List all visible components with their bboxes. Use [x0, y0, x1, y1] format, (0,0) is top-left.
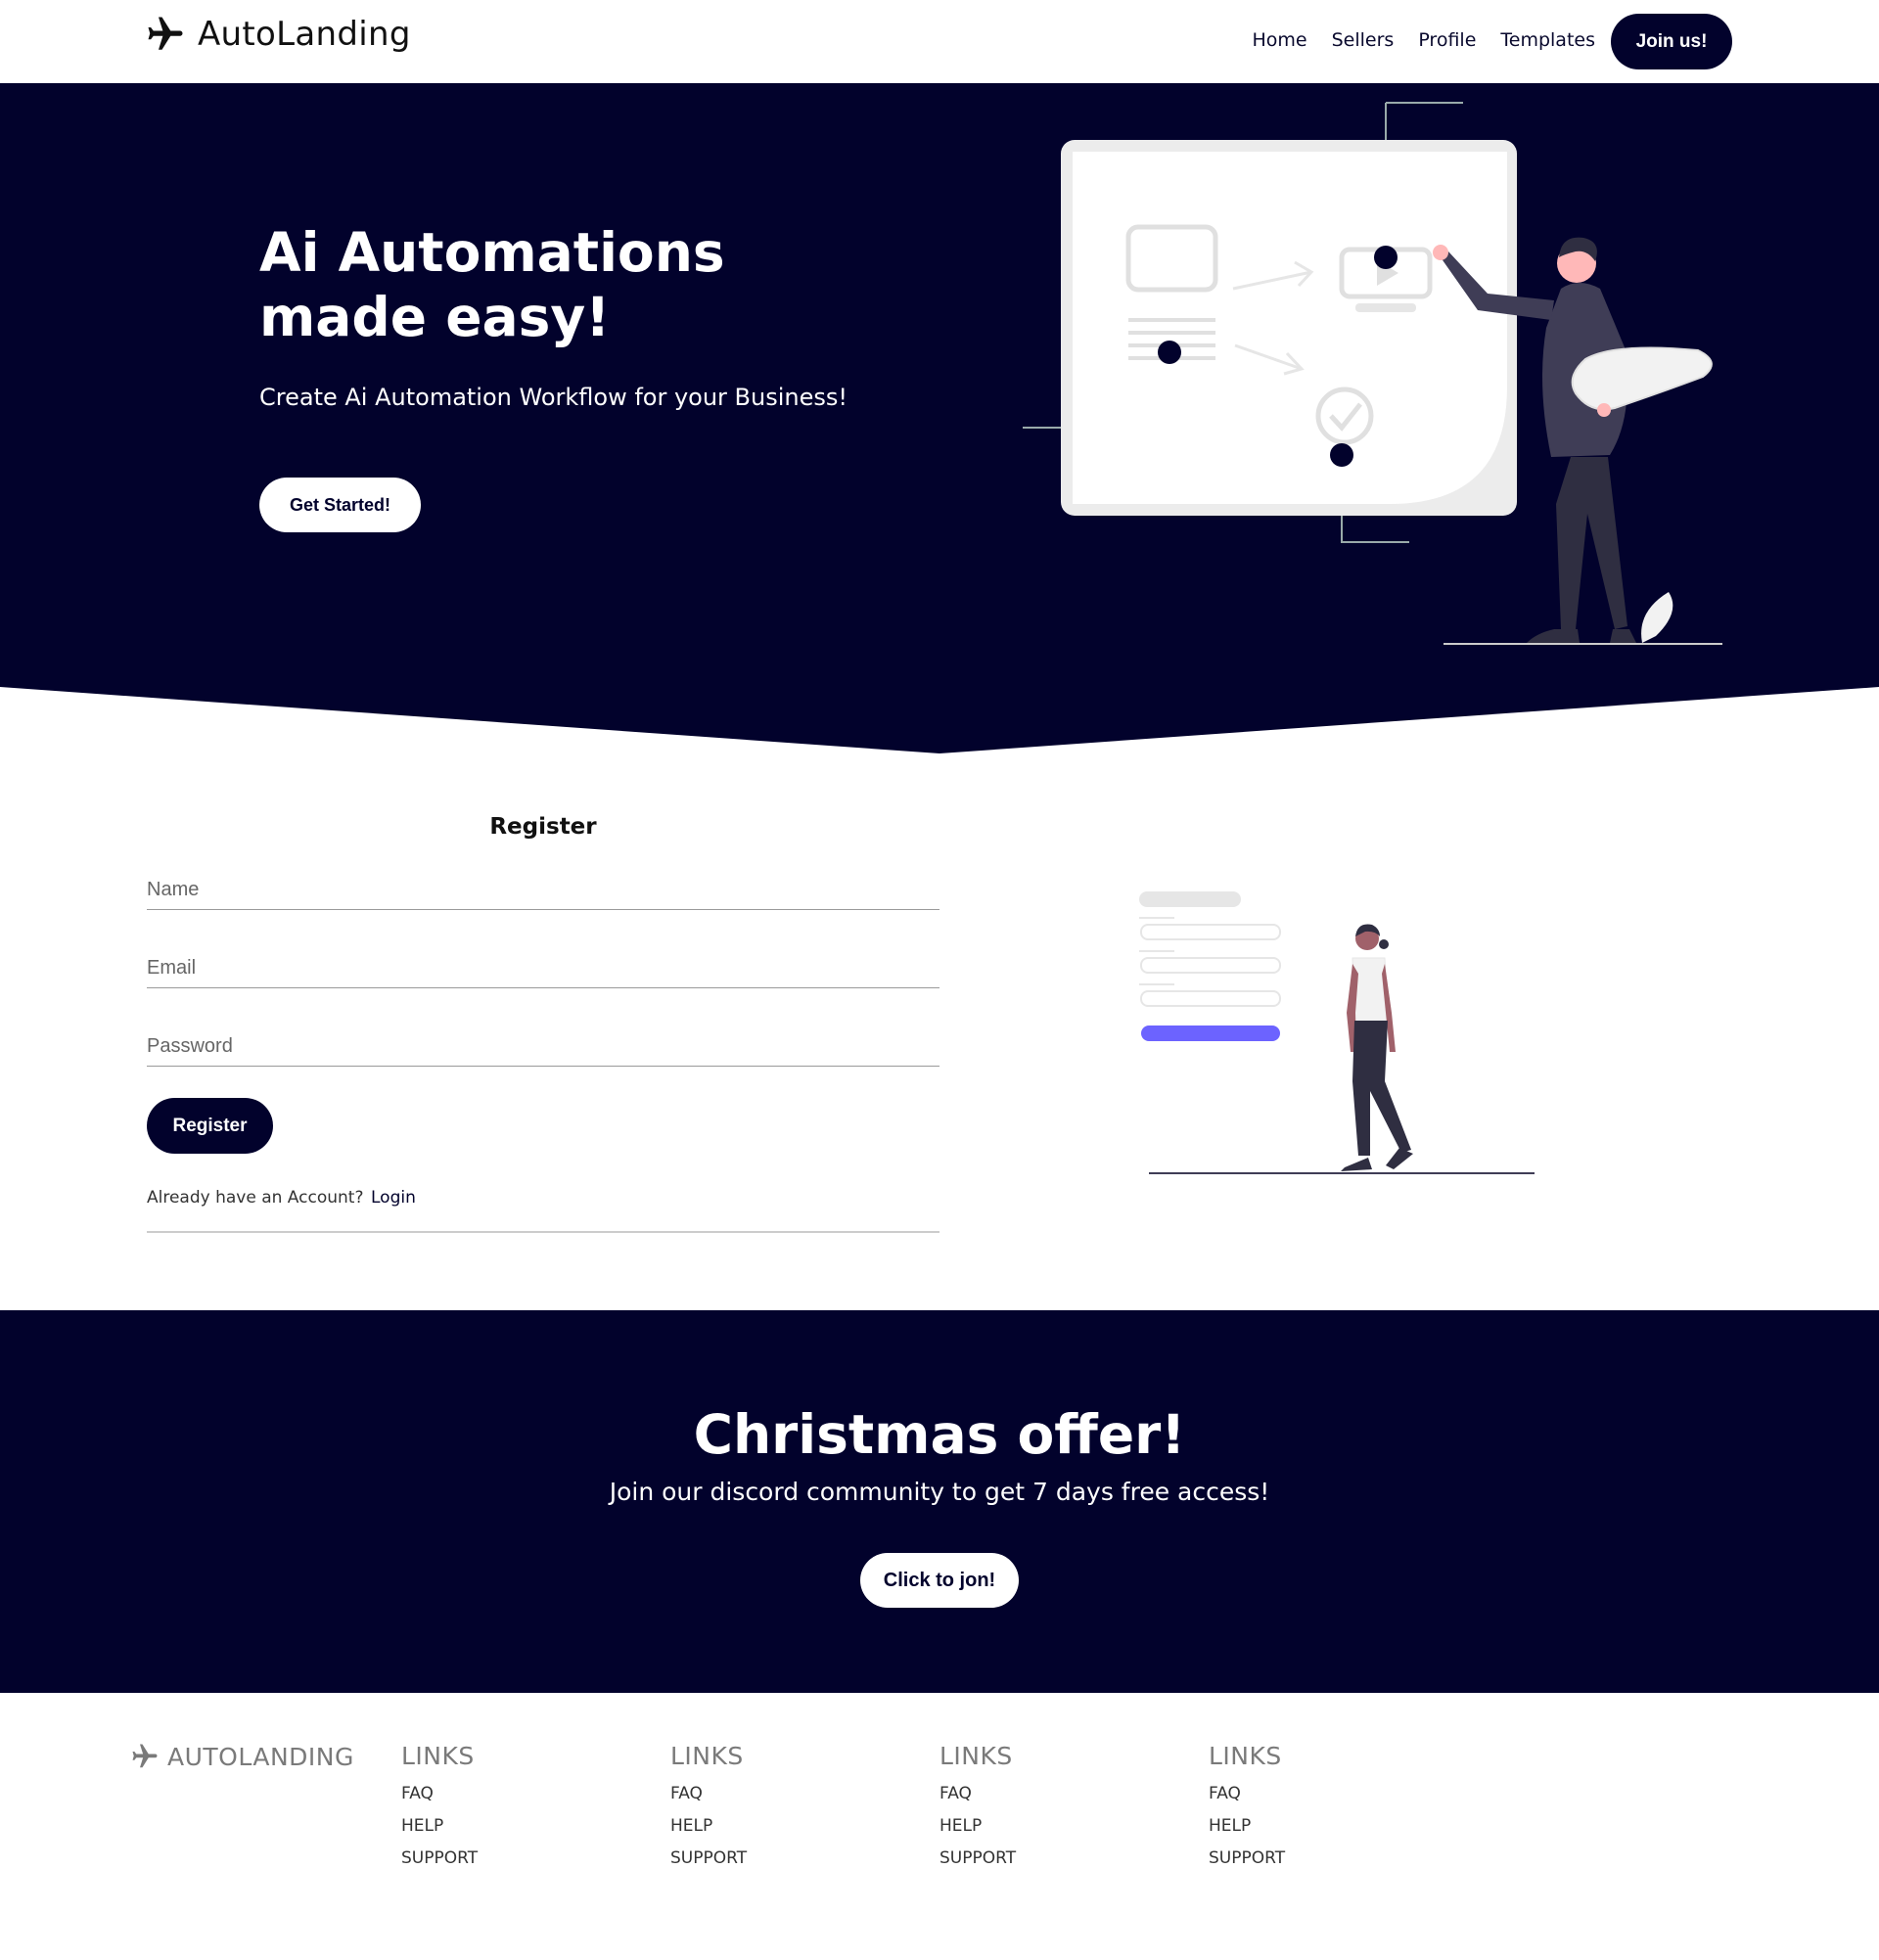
- christmas-offer-section: Christmas offer! Join our discord commun…: [0, 1310, 1879, 1693]
- airplane-icon: [132, 1744, 158, 1768]
- navbar: AutoLanding Home Sellers Profile Templat…: [0, 0, 1879, 83]
- footer-link-support[interactable]: SUPPORT: [940, 1848, 1135, 1868]
- offer-subtitle: Join our discord community to get 7 days…: [609, 1478, 1270, 1506]
- register-title: Register: [489, 814, 597, 840]
- footer-link-help[interactable]: HELP: [940, 1816, 1135, 1836]
- offer-title: Christmas offer!: [693, 1403, 1186, 1466]
- join-button[interactable]: Join us!: [1611, 14, 1732, 69]
- footer-link-help[interactable]: HELP: [670, 1816, 866, 1836]
- nav-menu: Home Sellers Profile Templates: [1252, 29, 1595, 51]
- nav-link-profile[interactable]: Profile: [1418, 29, 1476, 51]
- airplane-icon: [148, 17, 183, 50]
- footer-heading: LINKS: [670, 1742, 744, 1770]
- get-started-button[interactable]: Get Started!: [259, 478, 421, 532]
- footer: AUTOLANDING LINKS FAQ HELP SUPPORT LINKS…: [0, 1693, 1879, 1960]
- login-link[interactable]: Login: [371, 1188, 416, 1208]
- already-have-account-text: Already have an Account?: [147, 1188, 364, 1208]
- hero-subtitle: Create Ai Automation Workflow for your B…: [259, 384, 848, 411]
- footer-column-3: LINKS FAQ HELP SUPPORT: [940, 1742, 1135, 1881]
- footer-brand-name: AUTOLANDING: [167, 1742, 354, 1771]
- brand-logo-link[interactable]: AutoLanding: [145, 14, 411, 55]
- footer-heading: LINKS: [1209, 1742, 1282, 1770]
- signup-illustration: [1139, 891, 1535, 1174]
- password-field[interactable]: [147, 1027, 940, 1067]
- footer-column-2: LINKS FAQ HELP SUPPORT: [670, 1742, 866, 1881]
- presentation-illustration: [1023, 102, 1722, 645]
- footer-link-faq[interactable]: FAQ: [401, 1784, 597, 1803]
- email-field[interactable]: [147, 949, 940, 988]
- footer-link-faq[interactable]: FAQ: [670, 1784, 866, 1803]
- footer-column-1: LINKS FAQ HELP SUPPORT: [401, 1742, 597, 1881]
- hero-title: Ai Automations made easy!: [259, 221, 725, 348]
- footer-link-support[interactable]: SUPPORT: [401, 1848, 597, 1868]
- footer-brand: AUTOLANDING: [130, 1742, 354, 1771]
- join-discord-button[interactable]: Click to jon!: [860, 1553, 1019, 1608]
- footer-link-faq[interactable]: FAQ: [1209, 1784, 1404, 1803]
- footer-column-4: LINKS FAQ HELP SUPPORT: [1209, 1742, 1404, 1881]
- footer-link-faq[interactable]: FAQ: [940, 1784, 1135, 1803]
- nav-link-sellers[interactable]: Sellers: [1332, 29, 1395, 51]
- footer-link-help[interactable]: HELP: [1209, 1816, 1404, 1836]
- nav-link-home[interactable]: Home: [1252, 29, 1306, 51]
- footer-heading: LINKS: [401, 1742, 475, 1770]
- footer-heading: LINKS: [940, 1742, 1013, 1770]
- footer-link-support[interactable]: SUPPORT: [1209, 1848, 1404, 1868]
- name-field[interactable]: [147, 871, 940, 910]
- hero-section: Ai Automations made easy! Create Ai Auto…: [0, 83, 1879, 753]
- register-button[interactable]: Register: [147, 1098, 273, 1154]
- footer-link-help[interactable]: HELP: [401, 1816, 597, 1836]
- footer-link-support[interactable]: SUPPORT: [670, 1848, 866, 1868]
- nav-link-templates[interactable]: Templates: [1500, 29, 1595, 51]
- register-divider: [147, 1231, 940, 1233]
- brand-name: AutoLanding: [198, 15, 411, 54]
